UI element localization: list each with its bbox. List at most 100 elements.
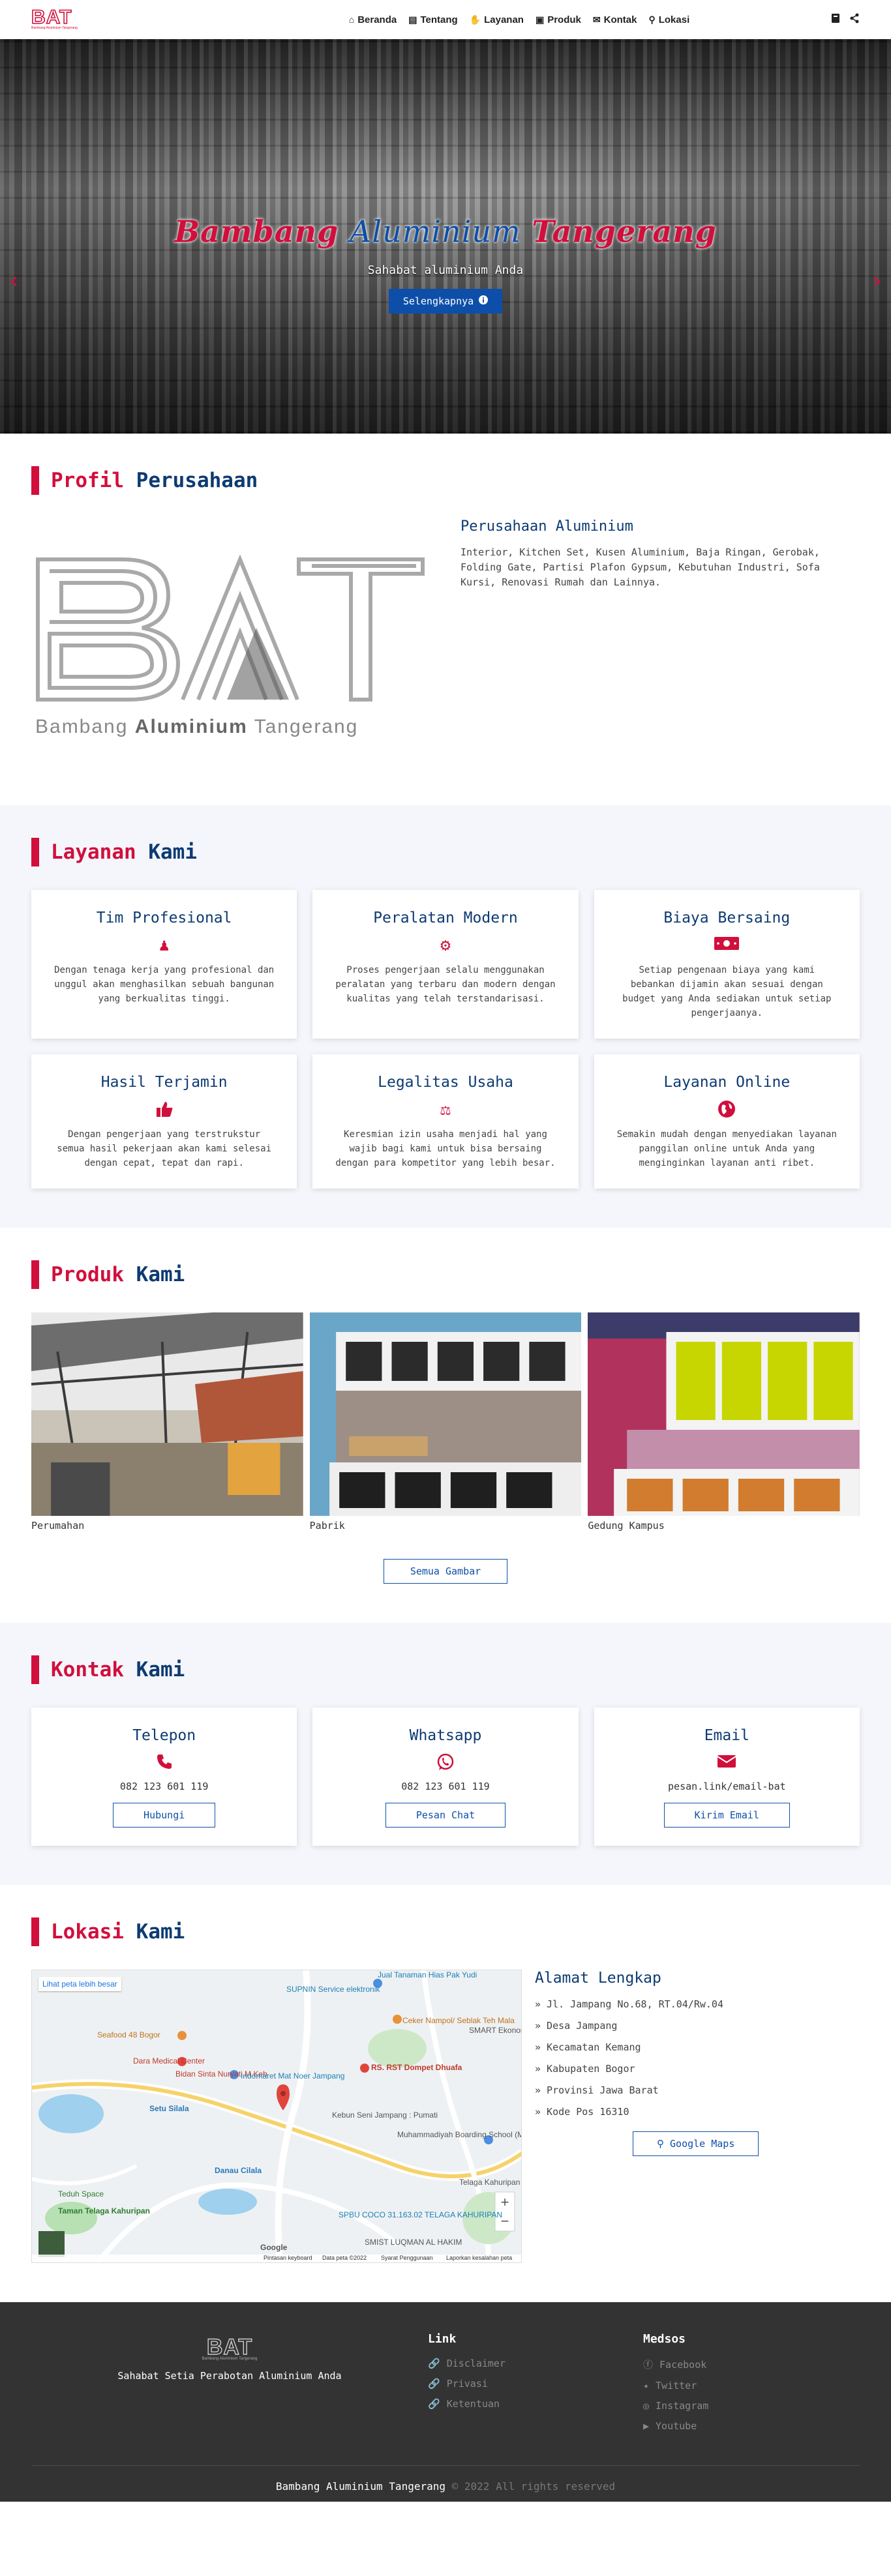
title-word-1: Kontak [51,1658,124,1681]
footer-link-label: Disclaimer [446,2358,506,2369]
map-label: Ceker Nampol/ Seblak Teh Mala [402,2016,515,2025]
product-image-cabinet [588,1312,860,1516]
map-footer-text[interactable]: Pintasan keyboard [264,2255,312,2261]
map-enlarge-link[interactable]: Lihat peta lebih besar [38,1977,121,1991]
map-footer-text[interactable]: Laporkan kesalahan peta [446,2255,512,2261]
title-accent-bar [31,466,39,495]
nav-item-tentang[interactable]: ▤ Tentang [408,14,457,25]
map-label: SUPNIN Service elektronik [286,1985,380,1994]
nav-actions [831,13,860,26]
navbar: BAT Bambang Aluminium Tangerang ⌂ Beranda… [0,0,891,39]
profile-text: Interior, Kitchen Set, Kusen Aluminium, … [461,546,820,588]
location-content: Lihat peta lebih besar Jual Tanaman Hias… [31,1970,860,2263]
product-item[interactable]: Pabrik [309,1312,582,1532]
service-card: Layanan Online Semakin mudah dengan menye… [594,1054,860,1189]
map-label: Indomaret Mat Noer Jampang [241,2071,345,2080]
product-image-kitchen-set [309,1312,582,1516]
thumbs-up-icon [52,1100,276,1119]
building-icon: ▤ [408,14,417,25]
footer-social-list: ⓕ Facebook ✦ Twitter ◎ Instagram ▶ Youtube [643,2358,860,2433]
section-title: Kontak Kami [31,1655,860,1684]
social-link-twitter[interactable]: ✦ Twitter [643,2380,860,2391]
embedded-map[interactable]: Lihat peta lebih besar Jual Tanaman Hias… [31,1970,522,2263]
caption-word-1: Bambang [35,716,128,737]
social-label: Twitter [656,2380,697,2391]
product-item[interactable]: Perumahan [31,1312,303,1532]
contact-value: 082 123 601 119 [119,1781,209,1792]
service-title: Tim Profesional [96,910,232,926]
social-link-instagram[interactable]: ◎ Instagram [643,2400,860,2412]
map-label: Dara Medical Center [133,2056,205,2065]
footer-link-label: Ketentuan [446,2398,500,2410]
bookmark-icon[interactable] [831,13,840,26]
nav-label: Produk [547,14,581,25]
service-card: Tim Profesional ♟ Dengan tenaga kerja yang… [31,890,297,1039]
copyright: Bambang Aluminium Tangerang © 2022 All r… [31,2465,860,2502]
share-icon[interactable] [849,13,860,26]
hero-content: Bambang Aluminium Tangerang Sahabat alum… [0,214,891,314]
profile-description: Perusahaan Aluminium Interior, Kitchen S… [461,518,860,590]
map-label: SPBU COCO 31.163.02 TELAGA KAHURIPAN [339,2210,502,2219]
title-accent-bar [31,1260,39,1289]
site-logo[interactable]: BAT Bambang Aluminium Tangerang [31,7,83,31]
nav-item-beranda[interactable]: ⌂ Beranda [349,14,397,25]
map-zoom-out-button[interactable]: − [495,2213,515,2230]
footer-link[interactable]: 🔗 Privasi [428,2378,643,2390]
email-button[interactable]: Kirim Email [663,1803,790,1828]
whatsapp-icon [333,1753,557,1773]
all-images-button[interactable]: Semua Gambar [383,1559,508,1584]
logo-caption: Bambang Aluminium Tangerang [31,716,437,738]
service-text: Semakin mudah dengan menyediakan layanan… [616,1129,837,1168]
map-marker-icon: ⚲ [657,2138,671,2150]
gears-icon: ⚙ [440,936,451,955]
social-link-youtube[interactable]: ▶ Youtube [643,2420,860,2432]
footer-link[interactable]: 🔗 Ketentuan [428,2398,643,2410]
call-button[interactable]: Hubungi [113,1803,216,1828]
footer-link[interactable]: 🔗 Disclaimer [428,2358,643,2369]
section-title: Layanan Kami [31,838,860,866]
address-line: » Desa Jampang [535,2020,618,2032]
services-section: Layanan Kami Tim Profesional ♟ Dengan tena… [0,805,891,1228]
phone-icon [52,1753,276,1773]
nav-item-layanan[interactable]: ✋ Layanan [470,14,524,25]
service-card: Legalitas Usaha ⚖ Keresmian izin usaha men… [312,1054,579,1189]
contact-title: Email [704,1727,749,1744]
map-label: Setu Silala [149,2104,189,2113]
nav-label: Lokasi [658,14,690,25]
address-list: » Jl. Jampang No.68, RT.04/Rw.04 » Desa … [535,1998,860,2118]
google-maps-button[interactable]: ⚲ Google Maps [633,2131,759,2156]
social-link-facebook[interactable]: ⓕ Facebook [643,2358,860,2371]
footer-tagline: Sahabat Setia Perabotan Aluminium Anda [117,2370,342,2382]
scale-icon: ⚖ [440,1100,451,1119]
map-footer-text[interactable]: Syarat Penggunaan [381,2255,433,2261]
nav-item-lokasi[interactable]: ⚲ Lokasi [648,14,689,25]
title-text: Profil Perusahaan [51,469,258,492]
map-zoom-in-button[interactable]: + [495,2194,515,2211]
nav-item-produk[interactable]: ▣ Produk [536,14,581,25]
map-label: RS. RST Dompet Dhuafa [371,2063,462,2072]
service-card: Hasil Terjamin Dengan pengerjaan yang ter… [31,1054,297,1189]
google-maps-label: Google Maps [670,2138,735,2150]
service-text: Setiap pengenaan biaya yang kami bebanka… [622,965,832,1018]
products-section: Produk Kami Perumahan Pabrik Gedung Kamp… [0,1228,891,1623]
title-word-2: Kami [136,1263,185,1286]
products-gallery: Perumahan Pabrik Gedung Kampus [31,1312,860,1532]
product-item[interactable]: Gedung Kampus [588,1312,860,1532]
social-label: Instagram [656,2400,709,2412]
site-footer: BAT Bambang Aluminium Tangerang Sahabat … [0,2302,891,2502]
caption-word-2: Aluminium [134,716,248,737]
nav-item-kontak[interactable]: ✉ Kontak [593,14,637,25]
service-title: Hasil Terjamin [100,1074,228,1091]
title-word-1: Lokasi [51,1920,124,1944]
hero-more-button[interactable]: Selengkapnya [388,289,503,314]
title-text: Produk Kami [51,1263,185,1286]
contact-card-phone: Telepon 082 123 601 119 Hubungi [31,1708,297,1846]
map-footer-text: Data peta ©2022 [322,2255,367,2261]
link-icon: 🔗 [428,2378,440,2390]
chat-button[interactable]: Pesan Chat [385,1803,506,1828]
service-card: Biaya Bersaing Setiap pengenaan biaya yan… [594,890,860,1039]
profile-section: Profil Perusahaan Bambang Aluminium Tang… [0,434,891,805]
service-text: Proses pengerjaan selalu menggunakan per… [335,965,556,1004]
product-caption: Perumahan [31,1520,85,1532]
title-word-2: Perusahaan [136,469,258,492]
